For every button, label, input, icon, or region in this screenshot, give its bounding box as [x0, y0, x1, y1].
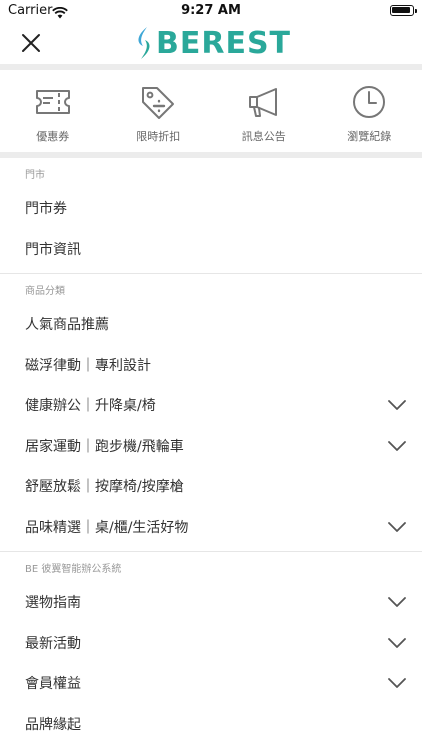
clock-time: 9:27 AM — [181, 3, 241, 18]
status-bar: Carrier 9:27 AM — [0, 0, 422, 22]
menu-item-label: 磁浮律動｜專利設計 — [25, 357, 151, 374]
chevron-down-icon[interactable] — [386, 394, 408, 416]
menu-item-label: 居家運動｜跑步機/飛輪車 — [25, 438, 184, 455]
menu-item-lifestyle[interactable]: 品味精選｜桌/櫃/生活好物 — [0, 507, 422, 548]
quick-links: 優惠券 限時折扣 訊息公告 瀏覽紀錄 — [0, 72, 422, 152]
brand-logo[interactable]: BEREST — [134, 25, 292, 61]
menu-item-events[interactable]: 最新活動 — [0, 623, 422, 664]
menu-item-label: 舒壓放鬆｜按摩椅/按摩槍 — [25, 479, 184, 496]
quick-link-label: 優惠券 — [36, 130, 70, 143]
menu-item-office[interactable]: 健康辦公｜升降桌/椅 — [0, 385, 422, 426]
chevron-down-icon[interactable] — [386, 591, 408, 613]
menu-item-membership[interactable]: 會員權益 — [0, 663, 422, 704]
menu-item-label: 最新活動 — [25, 635, 81, 652]
menu-item-label: 健康辦公｜升降桌/椅 — [25, 398, 156, 415]
tag-icon — [138, 82, 178, 122]
close-button[interactable] — [20, 32, 42, 54]
menu-item-guide[interactable]: 選物指南 — [0, 582, 422, 623]
chevron-down-icon[interactable] — [386, 435, 408, 457]
menu-item-label: 品牌緣起 — [25, 716, 81, 733]
quick-link-label: 訊息公告 — [241, 130, 286, 143]
menu-item-maglev[interactable]: 磁浮律動｜專利設計 — [0, 345, 422, 386]
divider — [0, 64, 422, 70]
leaf-logo-icon — [138, 27, 150, 59]
megaphone-icon — [244, 82, 284, 122]
menu-item-label: 會員權益 — [25, 676, 81, 693]
battery-icon — [390, 5, 417, 16]
menu-item-store-info[interactable]: 門市資訊 — [0, 229, 422, 270]
logo-text: BEREST — [156, 25, 292, 61]
quick-link-announcements[interactable]: 訊息公告 — [211, 72, 317, 152]
menu-item-store-coupon[interactable]: 門市券 — [0, 188, 422, 229]
section-header-categories: 商品分類 — [25, 286, 65, 297]
menu-item-label: 門市券 — [25, 201, 67, 218]
menu-item-popular[interactable]: 人氣商品推薦 — [0, 304, 422, 345]
clock-icon — [349, 82, 389, 122]
quick-link-discounts[interactable]: 限時折扣 — [106, 72, 212, 152]
section-header-store: 門市 — [25, 170, 45, 181]
menu-item-brand-story[interactable]: 品牌緣起 — [0, 704, 422, 745]
ticket-icon — [33, 82, 73, 122]
chevron-down-icon[interactable] — [386, 516, 408, 538]
menu-item-label: 品味精選｜桌/櫃/生活好物 — [25, 519, 189, 536]
menu-item-label: 選物指南 — [25, 595, 81, 612]
menu-item-relax[interactable]: 舒壓放鬆｜按摩椅/按摩槍 — [0, 466, 422, 507]
quick-link-history[interactable]: 瀏覽紀錄 — [317, 72, 422, 152]
quick-link-coupons[interactable]: 優惠券 — [0, 72, 106, 152]
close-icon[interactable] — [20, 32, 42, 54]
section-header-be: BE 彼翼智能辦公系統 — [25, 564, 122, 575]
menu-item-label: 門市資訊 — [25, 241, 81, 258]
side-menu: 門市 門市券 門市資訊 商品分類 人氣商品推薦 磁浮律動｜專利設計 健康辦公｜升… — [0, 158, 422, 744]
chevron-down-icon[interactable] — [386, 632, 408, 654]
quick-link-label: 限時折扣 — [136, 130, 181, 143]
menu-item-label: 人氣商品推薦 — [25, 317, 109, 334]
quick-link-label: 瀏覽紀錄 — [347, 130, 392, 143]
chevron-down-icon[interactable] — [386, 672, 408, 694]
app-header: BEREST — [0, 22, 422, 64]
menu-item-exercise[interactable]: 居家運動｜跑步機/飛輪車 — [0, 426, 422, 467]
